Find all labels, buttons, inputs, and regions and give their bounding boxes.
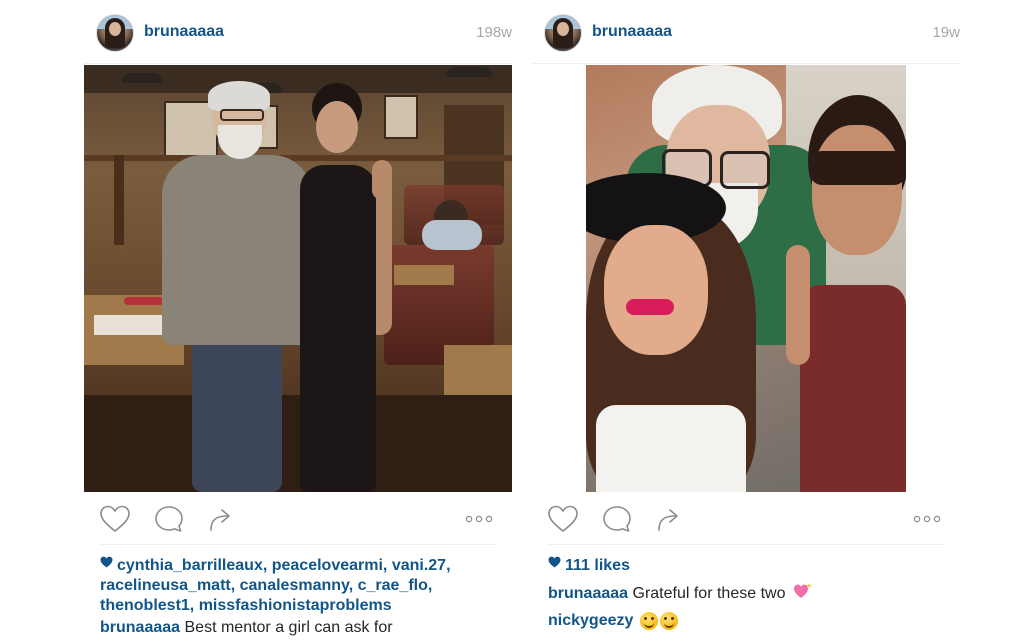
avatar[interactable] xyxy=(544,14,582,52)
post-caption: brunaaaaa Best mentor a girl can ask for xyxy=(100,618,496,638)
post-photo[interactable] xyxy=(84,65,512,492)
post-header: brunaaaaa 19w xyxy=(544,14,960,52)
post-caption: brunaaaaa Grateful for these two xyxy=(548,582,944,606)
likes-count[interactable]: 111 likes xyxy=(548,556,944,576)
share-arrow-icon[interactable] xyxy=(652,502,686,536)
caption-text: Best mentor a girl can ask for xyxy=(184,619,393,636)
ellipsis-icon[interactable] xyxy=(910,502,944,536)
comment-author[interactable]: nickygeezy xyxy=(548,612,633,629)
post-2: brunaaaaa 19w 111 likes brunaaaaa Gratef… xyxy=(532,0,960,640)
post-username[interactable]: brunaaaaa xyxy=(144,23,224,41)
comment: nickygeezy xyxy=(548,611,944,631)
liker-link[interactable]: thenoblest1 xyxy=(100,597,190,614)
liker-link[interactable]: c_rae_flo xyxy=(358,577,428,594)
post-username[interactable]: brunaaaaa xyxy=(592,23,672,41)
heart-filled-icon xyxy=(548,554,561,574)
post-actions xyxy=(546,502,944,536)
liker-link[interactable]: racelineusa_matt xyxy=(100,577,231,594)
liker-link[interactable]: cynthia_barrilleaux xyxy=(117,557,263,574)
caption-text: Grateful for these two xyxy=(632,585,786,603)
instagram-feed: brunaaaaa 198w cynthia_barrilleaux, peac… xyxy=(0,0,1024,640)
caption-author[interactable]: brunaaaaa xyxy=(548,585,628,602)
divider xyxy=(84,63,512,64)
divider xyxy=(548,544,944,545)
post-1: brunaaaaa 198w cynthia_barrilleaux, peac… xyxy=(84,0,512,640)
post-photo[interactable] xyxy=(586,65,906,492)
post-actions xyxy=(98,502,496,536)
heart-outline-icon[interactable] xyxy=(98,502,132,536)
likes-count-text[interactable]: 111 likes xyxy=(565,557,630,574)
liker-link[interactable]: canalesmanny xyxy=(240,577,349,594)
heart-outline-icon[interactable] xyxy=(546,502,580,536)
share-arrow-icon[interactable] xyxy=(204,502,238,536)
post-header: brunaaaaa 198w xyxy=(96,14,512,52)
caption-author[interactable]: brunaaaaa xyxy=(100,619,180,636)
liker-link[interactable]: vani.27 xyxy=(392,557,446,574)
likers-list: cynthia_barrilleaux, peacelovearmi, vani… xyxy=(100,556,496,616)
speech-bubble-icon[interactable] xyxy=(152,502,186,536)
divider xyxy=(532,63,960,64)
smiling-face-icon xyxy=(659,611,678,630)
liker-link[interactable]: missfashionistaproblems xyxy=(199,597,392,614)
sparkling-heart-icon xyxy=(793,582,813,606)
post-timestamp[interactable]: 198w xyxy=(476,24,512,41)
speech-bubble-icon[interactable] xyxy=(600,502,634,536)
ellipsis-icon[interactable] xyxy=(462,502,496,536)
post-timestamp[interactable]: 19w xyxy=(932,24,960,41)
liker-link[interactable]: peacelovearmi xyxy=(272,557,383,574)
smiling-face-icon xyxy=(639,611,658,630)
heart-filled-icon xyxy=(100,554,113,574)
divider xyxy=(100,544,496,545)
avatar[interactable] xyxy=(96,14,134,52)
